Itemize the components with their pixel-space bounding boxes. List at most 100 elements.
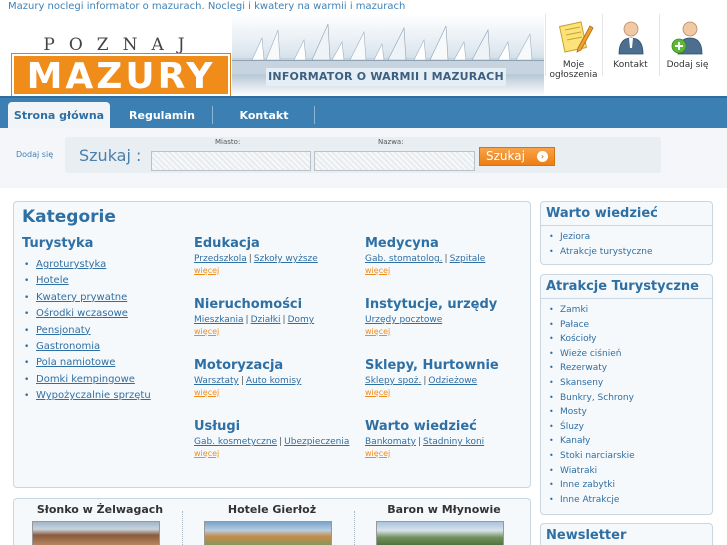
tab-contact[interactable]: Kontakt [226, 102, 302, 130]
search-box: Szukaj : Miasto: Nazwa: Szukaj › [65, 137, 661, 173]
featured-photo[interactable] [32, 521, 160, 545]
more-link[interactable]: więcej [365, 327, 535, 336]
category-heading[interactable]: Motoryzacja [194, 358, 364, 373]
featured-item-title[interactable]: Hotele Gierłoż [186, 503, 358, 516]
featured-item[interactable]: Baron w Młynowie [358, 499, 530, 545]
sailboats-image [232, 23, 544, 74]
more-link[interactable]: więcej [194, 266, 364, 275]
list-item[interactable]: Mosty [541, 405, 712, 420]
list-item[interactable]: Zamki [541, 303, 712, 318]
sidebar-item-lakes[interactable]: Jeziora [541, 230, 712, 245]
sidebar-tourist-attractions: Atrakcje Turystyczne Zamki Pałace Kościo… [540, 274, 713, 515]
add-yourself-header-button[interactable]: Dodaj się [659, 14, 715, 76]
category-link[interactable]: Bankomaty [365, 437, 416, 447]
my-ads-button[interactable]: Moje ogłoszenia [545, 14, 601, 80]
category-link[interactable]: Szkoły wyższe [254, 254, 318, 264]
category-heading[interactable]: Nieruchomości [194, 297, 364, 312]
more-link[interactable]: więcej [365, 266, 535, 275]
name-input[interactable] [314, 151, 475, 171]
category-links: Gab. kosmetyczne | Ubezpieczenia [194, 437, 350, 447]
list-item[interactable]: Hotele [22, 273, 151, 290]
category-heading[interactable]: Usługi [194, 419, 364, 434]
category-heading[interactable]: Medycyna [365, 236, 535, 251]
featured-photo[interactable] [204, 521, 332, 545]
more-link[interactable]: więcej [194, 327, 364, 336]
category-education: Edukacja Przedszkola | Szkoły wyższe więce… [194, 236, 364, 275]
list-item[interactable]: Pola namiotowe [22, 355, 151, 372]
list-item[interactable]: Stoki narciarskie [541, 449, 712, 464]
sidebar-item-attractions[interactable]: Atrakcje turystyczne [541, 245, 712, 260]
category-link[interactable]: Działki [251, 315, 281, 325]
list-item[interactable]: Skanseny [541, 376, 712, 391]
name-field-label: Nazwa: [378, 138, 404, 146]
featured-item[interactable]: Hotele Gierłoż [186, 499, 358, 545]
category-link[interactable]: Odzieżowe [428, 376, 477, 386]
category-link[interactable]: Szpitale [450, 254, 486, 264]
category-link[interactable]: Przedszkola [194, 254, 247, 264]
contact-header-label: Kontakt [613, 60, 648, 70]
list-item[interactable]: Śluzy [541, 420, 712, 435]
list-item[interactable]: Pałace [541, 318, 712, 333]
divider [541, 298, 712, 299]
category-link[interactable]: Domy [288, 315, 315, 325]
category-services: Usługi Gab. kosmetyczne | Ubezpieczenia wi… [194, 419, 364, 458]
tab-home[interactable]: Strona główna [8, 102, 110, 130]
category-link[interactable]: Sklepy spoż. [365, 376, 421, 386]
list-item[interactable]: Bunkry, Schrony [541, 391, 712, 406]
category-link[interactable]: Mieszkania [194, 315, 244, 325]
featured-divider [182, 511, 183, 545]
tourism-column: Turystyka Agroturystyka Hotele Kwatery p… [22, 236, 151, 405]
tourism-heading[interactable]: Turystyka [22, 236, 151, 251]
category-medicine: Medycyna Gab. stomatolog. | Szpitale więce… [365, 236, 535, 275]
featured-item-title[interactable]: Słonko w Żelwagach [14, 503, 186, 516]
category-link[interactable]: Urzędy pocztowe [365, 315, 442, 325]
search-band: Dodaj się Szukaj : Miasto: Nazwa: Szukaj… [0, 128, 727, 188]
list-item[interactable]: Rezerwaty [541, 361, 712, 376]
category-links: Przedszkola | Szkoły wyższe [194, 254, 318, 264]
list-item[interactable]: Domki kempingowe [22, 372, 151, 389]
search-button-label: Szukaj [486, 149, 525, 163]
site-logo[interactable]: POZNAJ MAZURY [12, 36, 230, 100]
my-ads-label-1: Moje [562, 60, 585, 70]
search-button[interactable]: Szukaj › [479, 147, 555, 166]
list-item[interactable]: Wieże ciśnień [541, 347, 712, 362]
list-item[interactable]: Pensjonaty [22, 323, 151, 340]
featured-listings: Słonko w Żelwagach Hotele Gierłoż Baron … [13, 498, 531, 545]
arrow-right-icon: › [537, 151, 548, 162]
contact-header-button[interactable]: Kontakt [602, 14, 658, 76]
featured-item[interactable]: Słonko w Żelwagach [14, 499, 186, 545]
category-link[interactable]: Ubezpieczenia [284, 437, 349, 447]
list-item[interactable]: Kanały [541, 434, 712, 449]
more-link[interactable]: więcej [194, 388, 364, 397]
list-item[interactable]: Gastronomia [22, 339, 151, 356]
list-item[interactable]: Inne Atrakcje [541, 493, 712, 508]
list-item[interactable]: Kwatery prywatne [22, 290, 151, 307]
category-heading[interactable]: Warto wiedzieć [365, 419, 535, 434]
category-link[interactable]: Gab. stomatolog. [365, 254, 443, 264]
tab-rules[interactable]: Regulamin [118, 102, 206, 130]
site-description-link[interactable]: Mazury noclegi informator o mazurach. No… [8, 0, 405, 13]
list-item[interactable]: Wiatraki [541, 464, 712, 479]
list-item[interactable]: Agroturystyka [22, 257, 151, 274]
category-link[interactable]: Auto komisy [246, 376, 301, 386]
category-heading[interactable]: Sklepy, Hurtownie [365, 358, 535, 373]
category-heading[interactable]: Instytucje, urzędy [365, 297, 535, 312]
featured-photo[interactable] [376, 521, 504, 545]
list-item[interactable]: Ośrodki wczasowe [22, 306, 151, 323]
sidebar-heading: Newsletter [546, 528, 627, 543]
category-link[interactable]: Warsztaty [194, 376, 239, 386]
category-link[interactable]: Gab. kosmetyczne [194, 437, 277, 447]
city-input[interactable] [151, 151, 311, 171]
add-yourself-link[interactable]: Dodaj się [16, 150, 53, 159]
featured-item-title[interactable]: Baron w Młynowie [358, 503, 530, 516]
category-links: Sklepy spoż. | Odzieżowe [365, 376, 478, 386]
sidebar-heading: Warto wiedzieć [546, 206, 658, 221]
list-item[interactable]: Wypożyczalnie sprzętu [22, 388, 151, 405]
list-item[interactable]: Kościoły [541, 332, 712, 347]
more-link[interactable]: więcej [365, 449, 535, 458]
category-link[interactable]: Stadniny koni [423, 437, 484, 447]
category-heading[interactable]: Edukacja [194, 236, 364, 251]
more-link[interactable]: więcej [194, 449, 364, 458]
more-link[interactable]: więcej [365, 388, 535, 397]
list-item[interactable]: Inne zabytki [541, 478, 712, 493]
